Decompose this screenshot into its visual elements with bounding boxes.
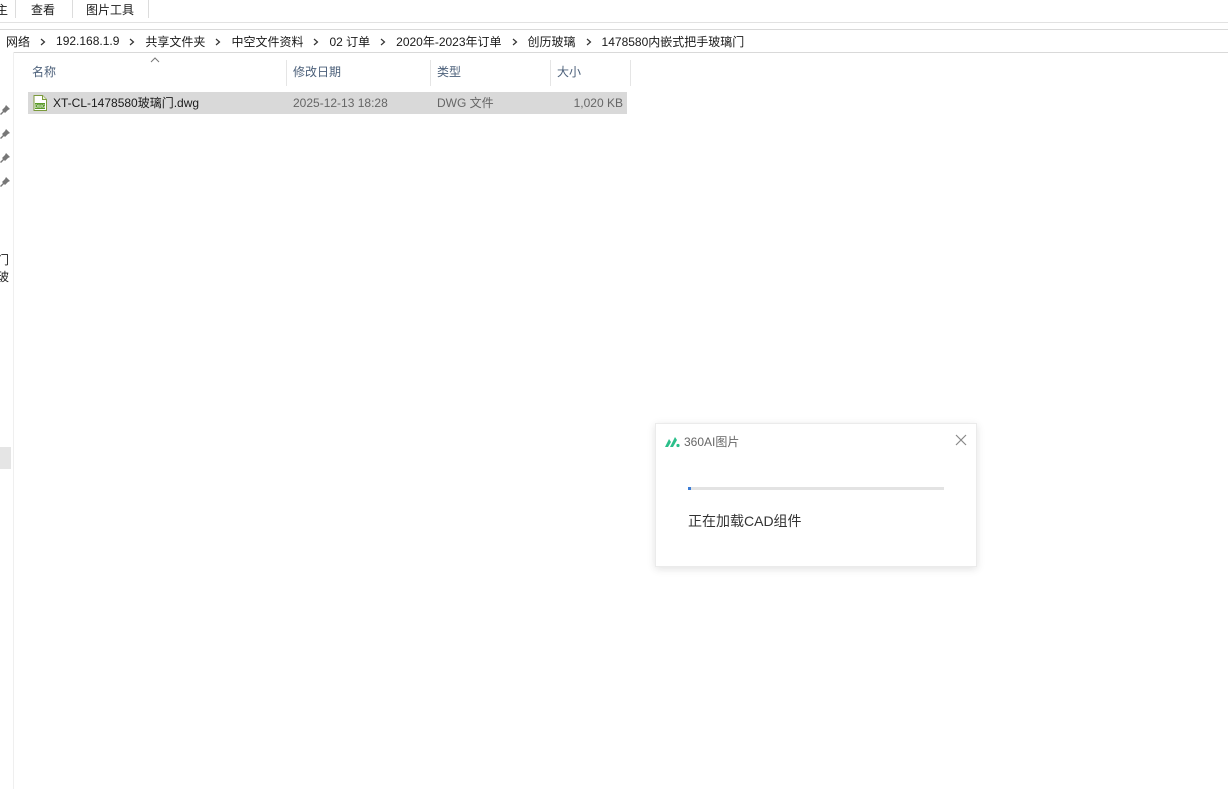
pin-icon xyxy=(0,177,10,187)
column-header-type[interactable]: 类型 xyxy=(431,60,551,86)
column-header-size-label: 大小 xyxy=(557,65,582,79)
pin-icon xyxy=(0,105,10,115)
column-header-type-label: 类型 xyxy=(437,65,462,79)
360ai-logo-icon xyxy=(665,437,680,448)
breadcrumb-item[interactable]: 共享文件夹 xyxy=(143,33,207,50)
column-header-size[interactable]: 大小 xyxy=(551,60,631,86)
chevron-right-icon[interactable] xyxy=(32,34,54,48)
file-row[interactable]: DWG XT-CL-1478580玻璃门.dwg 2025-12-13 18:2… xyxy=(28,92,627,114)
nav-item-selected[interactable] xyxy=(0,447,11,469)
loading-status-text: 正在加载CAD组件 xyxy=(688,513,802,529)
dwg-file-icon: DWG xyxy=(33,95,47,111)
column-header-name[interactable]: 名称 xyxy=(26,60,287,86)
chevron-right-icon[interactable] xyxy=(207,34,229,48)
ribbon-separator xyxy=(15,0,16,18)
close-icon[interactable] xyxy=(954,433,968,447)
column-header-name-label: 名称 xyxy=(32,65,57,79)
breadcrumb: 网络 192.168.1.9 共享文件夹 中空文件资料 02 订单 2020年-2023年… xyxy=(4,30,746,52)
file-type: DWG 文件 xyxy=(437,96,494,110)
chevron-right-icon[interactable] xyxy=(578,34,600,48)
svg-text:DWG: DWG xyxy=(35,104,46,109)
loading-progress-fill xyxy=(688,487,691,490)
popup-title: 360AI图片 xyxy=(684,435,740,449)
nav-item-label[interactable]: 门玻 xyxy=(0,251,13,285)
file-name[interactable]: XT-CL-1478580玻璃门.dwg xyxy=(53,92,199,114)
pin-icon xyxy=(0,129,10,139)
column-header-modified-label: 修改日期 xyxy=(293,65,342,79)
loading-popup: 360AI图片 正在加载CAD组件 xyxy=(655,423,977,567)
breadcrumb-item[interactable]: 2020年-2023年订单 xyxy=(394,33,503,50)
ribbon-tab-home[interactable]: 主页 xyxy=(0,2,8,20)
chevron-right-icon[interactable] xyxy=(305,34,327,48)
breadcrumb-item[interactable]: 创历玻璃 xyxy=(526,33,578,50)
ribbon-tab-view[interactable]: 查看 xyxy=(31,2,55,20)
column-divider[interactable] xyxy=(630,60,631,86)
breadcrumb-item[interactable]: 1478580内嵌式把手玻璃门 xyxy=(600,33,747,50)
ribbon-separator xyxy=(72,0,73,18)
file-size: 1,020 KB xyxy=(573,96,623,110)
ribbon-separator xyxy=(148,0,149,18)
chevron-right-icon[interactable] xyxy=(504,34,526,48)
chevron-right-icon[interactable] xyxy=(372,34,394,48)
pin-icon xyxy=(0,153,10,163)
chevron-right-icon[interactable] xyxy=(121,34,143,48)
navigation-pane[interactable]: 门玻 xyxy=(0,52,14,789)
ribbon-tab-picture-tools[interactable]: 图片工具 xyxy=(86,2,134,20)
breadcrumb-item[interactable]: 网络 xyxy=(4,33,32,50)
breadcrumb-item[interactable]: 192.168.1.9 xyxy=(54,34,121,48)
ribbon-tab-strip: 主页 查看 图片工具 xyxy=(0,0,1228,23)
breadcrumb-item[interactable]: 02 订单 xyxy=(327,33,372,50)
column-header-modified[interactable]: 修改日期 xyxy=(287,60,431,86)
file-modified-date: 2025-12-13 18:28 xyxy=(293,96,388,110)
loading-progress-bar xyxy=(688,487,944,490)
breadcrumb-item[interactable]: 中空文件资料 xyxy=(229,33,305,50)
address-bar[interactable]: 网络 192.168.1.9 共享文件夹 中空文件资料 02 订单 2020年-2023年… xyxy=(0,29,1228,53)
